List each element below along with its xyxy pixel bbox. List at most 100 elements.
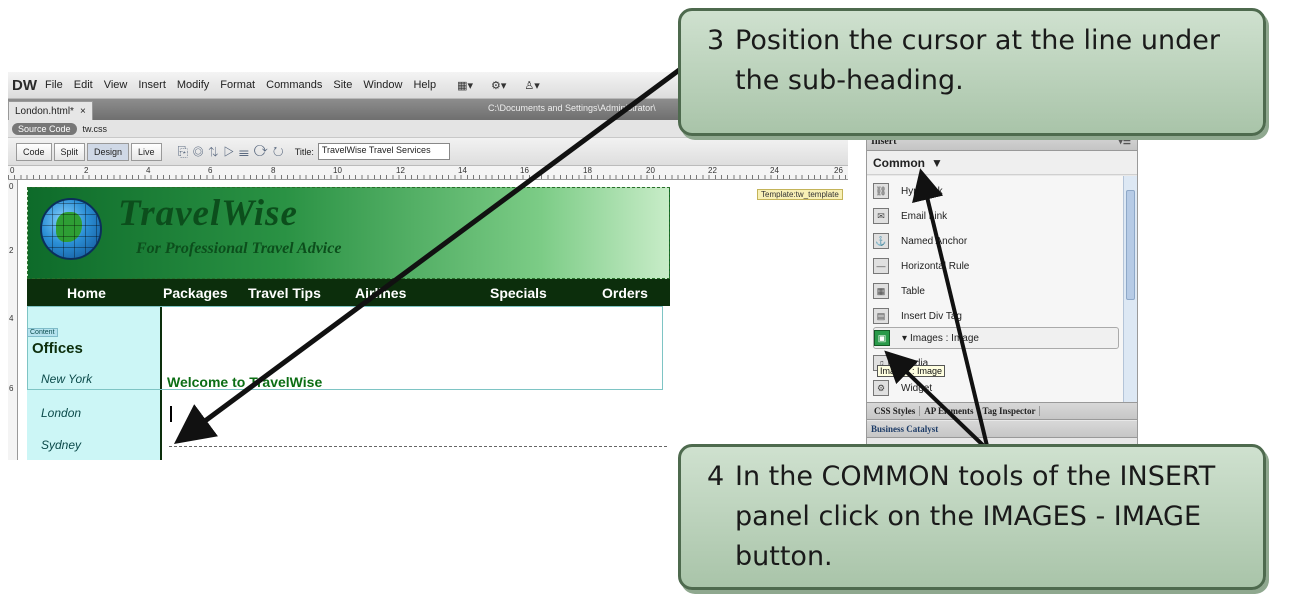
document-toolbar: Code Split Design Live ⎘◎⇅▷☰⟳↻ Title: Tr… (8, 138, 848, 166)
email-icon: ✉ (873, 208, 889, 224)
scrollbar-thumb[interactable] (1126, 190, 1135, 300)
images-tooltip: Images : Image (877, 365, 946, 377)
panel-tabs: CSS Styles AP Elements Tag Inspector (867, 402, 1137, 420)
step3-number: 3 (707, 25, 725, 56)
step4-number: 4 (707, 461, 725, 492)
menu-edit[interactable]: Edit (74, 79, 93, 91)
horizontal-rule-icon: ― (873, 258, 889, 274)
ruler-number: 12 (396, 166, 405, 175)
region-border (169, 446, 667, 447)
nav-airlines[interactable]: Airlines (355, 285, 406, 301)
insert-images-image-button[interactable]: ▣ ▾ Images : Image (873, 327, 1119, 349)
insert-horizontal-rule[interactable]: ― Horizontal Rule (873, 255, 1119, 277)
title-label: Title: (294, 146, 314, 157)
city-new-york[interactable]: New York (41, 372, 92, 386)
step4-line3: button. (735, 541, 833, 572)
related-file-css[interactable]: tw.css (83, 124, 108, 134)
panel-options-icon[interactable]: ▾☰ (1118, 136, 1131, 147)
city-london[interactable]: London (41, 406, 81, 420)
insert-item-label: Horizontal Rule (901, 260, 970, 272)
insert-item-label: Hyperlink (901, 185, 943, 197)
business-catalyst-header[interactable]: Business Catalyst (867, 421, 1137, 438)
insert-div-tag[interactable]: ▤ Insert Div Tag (873, 305, 1119, 327)
insert-widget[interactable]: ⚙ Widget (873, 377, 1119, 399)
dropdown-arrow-icon[interactable]: ▾ (902, 333, 907, 344)
step4-line2: panel click on the IMAGES - IMAGE (735, 501, 1202, 532)
insert-named-anchor[interactable]: ⚓ Named Anchor (873, 230, 1119, 252)
tab-tag-inspector[interactable]: Tag Inspector (979, 406, 1041, 416)
design-view-button[interactable]: Design (87, 142, 130, 161)
sidebar-title: Offices (32, 340, 83, 357)
ruler-number: 18 (583, 166, 592, 175)
text-cursor (170, 406, 172, 422)
source-code-button[interactable]: Source Code (12, 122, 77, 135)
ruler-number: 0 (10, 166, 15, 175)
design-canvas[interactable]: TravelWise For Professional Travel Advic… (19, 180, 848, 460)
insert-table[interactable]: ▦ Table (873, 280, 1119, 302)
close-tab-icon[interactable]: × (80, 106, 86, 117)
anchor-icon: ⚓ (873, 233, 889, 249)
city-sydney[interactable]: Sydney (41, 438, 81, 452)
vertical-ruler: 0 2 4 6 (8, 180, 18, 460)
brand-name: TravelWise (118, 193, 298, 234)
menu-format[interactable]: Format (220, 79, 255, 91)
ruler-number: 24 (770, 166, 779, 175)
menu-site[interactable]: Site (333, 79, 352, 91)
nav-home[interactable]: Home (67, 285, 106, 301)
ruler-number: 6 (9, 384, 14, 393)
menu-window[interactable]: Window (363, 79, 402, 91)
ruler-number: 10 (333, 166, 342, 175)
insert-item-label: Widget (901, 382, 933, 394)
ruler-number: 26 (834, 166, 843, 175)
template-tag: Template:tw_template (757, 189, 843, 200)
nav-orders[interactable]: Orders (602, 285, 648, 301)
menu-help[interactable]: Help (413, 79, 436, 91)
brand-tagline: For Professional Travel Advice (136, 240, 342, 257)
category-selector[interactable]: Common ▼ (867, 151, 1137, 175)
nav-specials[interactable]: Specials (490, 285, 547, 301)
title-input[interactable]: TravelWise Travel Services (317, 143, 450, 160)
globe-logo-icon (40, 198, 102, 260)
image-icon: ▣ (874, 330, 890, 346)
code-view-button[interactable]: Code (16, 142, 52, 161)
split-view-button[interactable]: Split (53, 142, 86, 161)
tab-ap-elements[interactable]: AP Elements (920, 406, 979, 416)
toolbar-tools-icon[interactable]: ⎘◎⇅▷☰⟳↻ (178, 144, 289, 160)
menu-view[interactable]: View (104, 79, 128, 91)
ruler-number: 2 (84, 166, 89, 175)
menu-commands[interactable]: Commands (266, 79, 322, 91)
live-view-button[interactable]: Live (131, 142, 162, 161)
document-tab-label: London.html* (15, 105, 74, 117)
document-tab[interactable]: London.html* × (8, 101, 93, 120)
ruler-number: 6 (208, 166, 213, 175)
chevron-down-icon[interactable]: ▼ (931, 156, 943, 170)
menu-insert[interactable]: Insert (138, 79, 166, 91)
nav-packages[interactable]: Packages (163, 285, 228, 301)
dw-logo: DW (12, 76, 37, 94)
page-navbar: Home Packages Travel Tips Airlines Speci… (27, 279, 670, 306)
nav-travel-tips[interactable]: Travel Tips (248, 285, 321, 301)
insert-email-link[interactable]: ✉ Email Link (873, 205, 1119, 227)
insert-item-label: Named Anchor (901, 235, 968, 247)
insert-panel-scrollbar[interactable] (1123, 176, 1137, 402)
menu-modify[interactable]: Modify (177, 79, 209, 91)
ruler-number: 4 (146, 166, 151, 175)
insert-item-label: Table (901, 285, 925, 297)
insert-item-label: Insert Div Tag (901, 310, 962, 322)
document-path: C:\Documents and Settings\Administrator\ (488, 103, 656, 113)
layout-menu-icon[interactable]: ▦▾ (457, 79, 473, 92)
extend-menu-icon[interactable]: ⚙▾ (491, 79, 506, 92)
menu-file[interactable]: File (45, 79, 63, 91)
site-menu-icon[interactable]: ♙▾ (524, 79, 539, 92)
tab-css-styles[interactable]: CSS Styles (870, 406, 921, 416)
content-region-tag[interactable]: Content (27, 328, 58, 337)
step3-line1: Position the cursor at the line under (735, 25, 1220, 56)
insert-hyperlink[interactable]: ⛓ Hyperlink (873, 180, 1119, 202)
step4-line1: In the COMMON tools of the INSERT (735, 461, 1216, 492)
horizontal-ruler: 0 2 4 6 8 10 12 14 16 18 20 22 24 26 (8, 166, 848, 180)
insert-item-label: Email Link (901, 210, 948, 222)
category-label: Common (873, 155, 925, 170)
ruler-number: 8 (271, 166, 276, 175)
welcome-heading[interactable]: Welcome to TravelWise (167, 374, 322, 390)
step3-line2: the sub-heading. (735, 65, 964, 96)
